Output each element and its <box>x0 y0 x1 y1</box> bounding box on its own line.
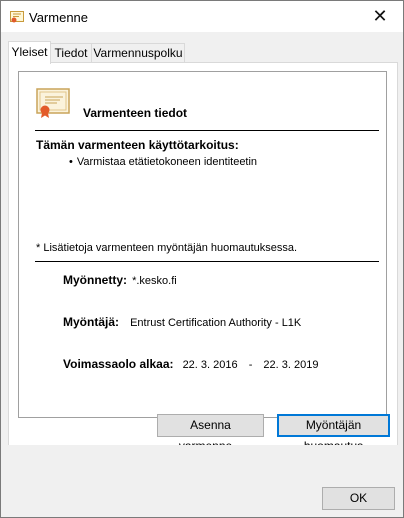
certificate-info-icon <box>36 88 70 118</box>
issuer-value: Entrust Certification Authority - L1K <box>130 317 302 329</box>
valid-to-value: 22. 3. 2019 <box>263 359 319 371</box>
certificate-icon <box>10 11 24 23</box>
close-icon: ✕ <box>372 6 388 26</box>
title-bar: Varmenne ✕ <box>1 1 403 32</box>
purpose-text: Varmistaa etätietokoneen identiteetin <box>76 156 258 168</box>
tab-certification-path[interactable]: Varmennuspolku <box>91 43 185 63</box>
validity-row: Voimassaolo alkaa: 22. 3. 2016 - 22. 3. … <box>63 357 318 371</box>
issuer-label: Myöntäjä: <box>63 315 120 329</box>
valid-from-value: 22. 3. 2016 <box>182 359 238 371</box>
issued-to-value: *.kesko.fi <box>132 275 177 287</box>
ok-button[interactable]: OK <box>322 487 395 510</box>
validity-separator: - <box>248 359 253 371</box>
purpose-list-item: • Varmistaa etätietokoneen identiteetin <box>69 156 257 168</box>
bullet: • <box>69 156 73 168</box>
purpose-title: Tämän varmenteen käyttötarkoitus: <box>36 138 239 152</box>
valid-from-label: Voimassaolo alkaa: <box>63 357 174 371</box>
dialog-footer: OK <box>1 445 403 517</box>
divider <box>35 130 379 131</box>
certificate-info-heading: Varmenteen tiedot <box>83 106 188 120</box>
issuer-statement-note: * Lisätietoja varmenteen myöntäjän huoma… <box>36 242 298 254</box>
install-certificate-button[interactable]: Asenna varmenne... <box>157 414 264 453</box>
certificate-dialog: Varmenne ✕ Yleiset Tiedot Varmennuspolku… <box>0 0 404 518</box>
issued-to-label: Myönnetty: <box>63 273 127 287</box>
issuer-statement-button[interactable]: Myöntäjän huomautus <box>277 414 390 453</box>
divider <box>35 261 379 262</box>
certificate-info-box: Varmenteen tiedot Tämän varmenteen käytt… <box>18 71 387 418</box>
tab-general[interactable]: Yleiset <box>8 41 51 64</box>
close-button[interactable]: ✕ <box>357 1 403 32</box>
general-tab-panel: Varmenteen tiedot Tämän varmenteen käytt… <box>8 62 398 453</box>
issued-to-row: Myönnetty: *.kesko.fi <box>63 273 177 287</box>
window-title: Varmenne <box>29 10 89 25</box>
issuer-row: Myöntäjä: Entrust Certification Authorit… <box>63 315 301 329</box>
tab-details[interactable]: Tiedot <box>50 43 92 63</box>
